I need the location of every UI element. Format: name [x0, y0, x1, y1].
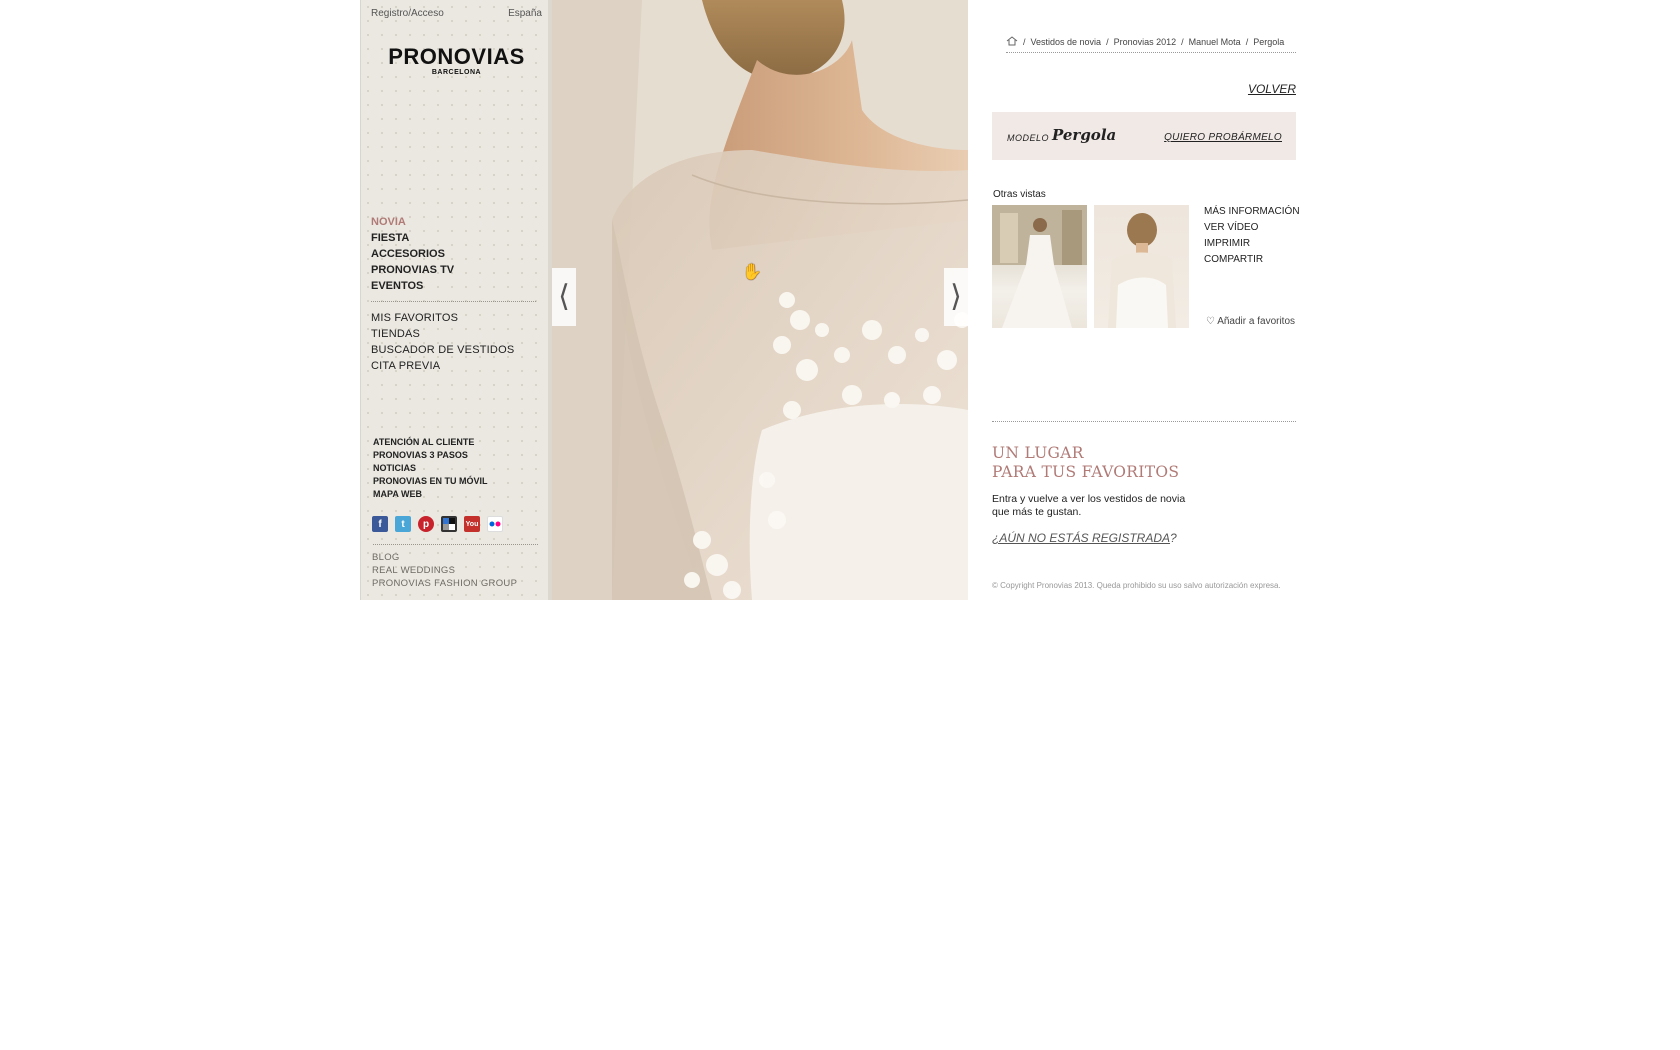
print-link[interactable]: IMPRIMIR [1204, 236, 1300, 252]
nav-item-fiesta[interactable]: FIESTA [371, 230, 454, 246]
prev-image-button[interactable]: ⟨ [552, 268, 576, 326]
nav-item-novia[interactable]: NOVIA [371, 214, 454, 230]
nav-item-eventos[interactable]: EVENTOS [371, 278, 454, 294]
footer-item-3-pasos[interactable]: PRONOVIAS 3 PASOS [373, 449, 488, 462]
dress-photo [552, 0, 968, 600]
logo-name: PRONOVIAS [388, 44, 525, 69]
promo-title-line1: UN LUGAR [992, 444, 1084, 462]
breadcrumb-sep: / [1181, 37, 1184, 47]
thumbnail-full-dress[interactable] [992, 205, 1087, 328]
bottom-link-real-weddings[interactable]: REAL WEDDINGS [372, 564, 517, 577]
footer-item-mapa-web[interactable]: MAPA WEB [373, 488, 488, 501]
sidebar: Registro/Acceso España PRONOVIAS BARCELO… [361, 0, 552, 600]
nav-item-cita-previa[interactable]: CITA PREVIA [371, 358, 514, 374]
add-favorite-link[interactable]: ♡ Añadir a favoritos [1206, 316, 1295, 327]
share-link[interactable]: COMPARTIR [1204, 252, 1300, 268]
login-link[interactable]: Registro/Acceso [371, 8, 444, 19]
flickr-icon[interactable] [487, 516, 503, 532]
breadcrumb-item[interactable]: Vestidos de novia [1031, 37, 1102, 47]
favorites-promo-title: UN LUGAR PARA TUS FAVORITOS [992, 444, 1179, 482]
register-link-suffix: ? [1170, 531, 1177, 545]
nav-item-mis-favoritos[interactable]: MIS FAVORITOS [371, 310, 514, 326]
add-favorite-label: Añadir a favoritos [1217, 316, 1296, 327]
heart-plus-icon: ♡ [1206, 316, 1215, 327]
dress-photo-viewer[interactable]: ⟨ ⟩ ✋ ✕ ♡ [552, 0, 968, 600]
thumbnail-back-view[interactable] [1094, 205, 1189, 328]
favorites-promo-text: Entra y vuelve a ver los vestidos de nov… [992, 493, 1186, 518]
footer-item-atencion[interactable]: ATENCIÓN AL CLIENTE [373, 436, 488, 449]
country-selector[interactable]: España [508, 8, 542, 19]
next-image-button[interactable]: ⟩ [944, 268, 968, 326]
try-on-link[interactable]: QUIERO PROBÁRMELO [1164, 132, 1282, 143]
bottom-link-blog[interactable]: BLOG [372, 551, 517, 564]
breadcrumb-current: Pergola [1253, 37, 1285, 47]
section-divider [992, 421, 1296, 422]
nav-item-pronovias-tv[interactable]: PRONOVIAS TV [371, 262, 454, 278]
breadcrumb-item[interactable]: Manuel Mota [1189, 37, 1241, 47]
hand-grab-icon: ✋ [742, 264, 762, 281]
nav-divider [371, 301, 536, 302]
chevron-left-icon: ⟨ [558, 280, 570, 313]
page-frame: Registro/Acceso España PRONOVIAS BARCELO… [360, 0, 1321, 600]
twitter-icon[interactable]: t [395, 516, 411, 532]
more-info-link[interactable]: MÁS INFORMACIÓN [1204, 204, 1300, 220]
promo-title-line2: PARA TUS FAVORITOS [992, 463, 1180, 481]
bottom-link-fashion-group[interactable]: PRONOVIAS FASHION GROUP [372, 577, 517, 590]
logo[interactable]: PRONOVIAS BARCELONA [361, 44, 552, 77]
breadcrumb-sep: / [1245, 37, 1249, 47]
copyright: © Copyright Pronovias 2013. Queda prohib… [992, 581, 1281, 590]
footer-item-movil[interactable]: PRONOVIAS EN TU MÓVIL [373, 475, 488, 488]
model-box: MODELO Pergola QUIERO PROBÁRMELO [992, 112, 1296, 160]
breadcrumb: / Vestidos de novia / Pronovias 2012 / M… [1006, 36, 1296, 53]
facebook-icon[interactable]: f [372, 516, 388, 532]
footer-divider [373, 544, 538, 545]
video-link[interactable]: VER VÍDEO [1204, 220, 1300, 236]
nav-item-accesorios[interactable]: ACCESORIOS [371, 246, 454, 262]
nav-item-buscador[interactable]: BUSCADOR DE VESTIDOS [371, 342, 514, 358]
model-label: MODELO [1007, 133, 1050, 143]
chevron-right-icon: ⟩ [950, 280, 962, 313]
breadcrumb-sep: / [1106, 37, 1109, 47]
main-nav: NOVIA FIESTA ACCESORIOS PRONOVIAS TV EVE… [371, 214, 454, 294]
back-link[interactable]: VOLVER [1248, 82, 1296, 96]
delicious-icon[interactable] [441, 516, 457, 532]
footer-item-noticias[interactable]: NOTICIAS [373, 462, 488, 475]
model-name: Pergola [1052, 126, 1117, 144]
breadcrumb-item[interactable]: Pronovias 2012 [1114, 37, 1177, 47]
social-icons: f t p You [372, 516, 503, 532]
register-link-text[interactable]: ¿AÚN NO ESTÁS REGISTRADA [992, 531, 1170, 545]
logo-sub: BARCELONA [431, 69, 482, 76]
bottom-links: BLOG REAL WEDDINGS PRONOVIAS FASHION GRO… [372, 551, 517, 590]
youtube-icon[interactable]: You [464, 516, 480, 532]
home-icon[interactable] [1006, 36, 1018, 48]
detail-links: MÁS INFORMACIÓN VER VÍDEO IMPRIMIR COMPA… [1204, 204, 1300, 268]
pinterest-icon[interactable]: p [418, 516, 434, 532]
footer-nav: ATENCIÓN AL CLIENTE PRONOVIAS 3 PASOS NO… [373, 436, 488, 501]
other-views-label: Otras vistas [993, 189, 1046, 200]
nav-item-tiendas[interactable]: TIENDAS [371, 326, 514, 342]
secondary-nav: MIS FAVORITOS TIENDAS BUSCADOR DE VESTID… [371, 310, 514, 374]
breadcrumb-sep: / [1023, 37, 1026, 47]
register-link[interactable]: ¿AÚN NO ESTÁS REGISTRADA? [992, 531, 1177, 545]
detail-panel: / Vestidos de novia / Pronovias 2012 / M… [968, 0, 1321, 600]
